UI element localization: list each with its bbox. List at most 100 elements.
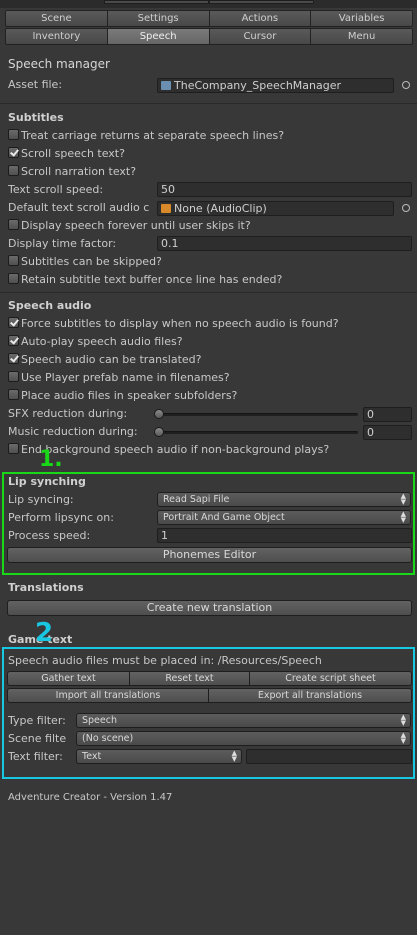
tab-inventory[interactable]: Inventory bbox=[5, 28, 108, 45]
asset-icon bbox=[161, 81, 171, 90]
option-label: Use Player prefab name in filenames? bbox=[21, 371, 230, 384]
subtitles-skippable-option[interactable]: Subtitles can be skipped? bbox=[8, 254, 162, 270]
checkbox-checked[interactable] bbox=[8, 317, 19, 328]
text-filter-input[interactable] bbox=[246, 749, 412, 764]
dropdown-value: Text bbox=[82, 751, 102, 762]
display-time-input[interactable]: 0.1 bbox=[157, 236, 412, 251]
tab-scene[interactable]: Scene bbox=[5, 10, 108, 27]
checkbox[interactable] bbox=[8, 389, 19, 400]
checkbox[interactable] bbox=[8, 255, 19, 266]
tab-cursor[interactable]: Cursor bbox=[209, 28, 312, 45]
tab-settings[interactable]: Settings bbox=[107, 10, 210, 27]
music-slider-track[interactable] bbox=[157, 431, 358, 434]
sfx-reduction-input[interactable]: 0 bbox=[363, 407, 412, 422]
display-forever-option[interactable]: Display speech forever until user skips … bbox=[8, 218, 251, 234]
tab-menu[interactable]: Menu bbox=[311, 28, 413, 45]
text-scroll-speed-input[interactable]: 50 bbox=[157, 182, 412, 197]
dropdown-value: Read Sapi File bbox=[163, 494, 230, 505]
create-translation-button[interactable]: Create new translation bbox=[7, 600, 412, 616]
top-strip-segment bbox=[104, 0, 209, 4]
option-label: Subtitles can be skipped? bbox=[21, 255, 162, 268]
checkbox[interactable] bbox=[8, 443, 19, 454]
checkbox[interactable] bbox=[8, 371, 19, 382]
translate-audio-option[interactable]: Speech audio can be translated? bbox=[8, 352, 201, 368]
asset-file-value: TheCompany_SpeechManager bbox=[174, 79, 342, 92]
display-time-label: Display time factor: bbox=[8, 237, 117, 250]
create-script-sheet-button[interactable]: Create script sheet bbox=[250, 671, 412, 686]
music-reduction-input[interactable]: 0 bbox=[363, 425, 412, 440]
dropdown-arrows-icon: ▲ ▼ bbox=[231, 749, 237, 763]
import-translations-button[interactable]: Import all translations bbox=[7, 688, 209, 703]
reset-text-button[interactable]: Reset text bbox=[130, 671, 250, 686]
dropdown-arrows-icon: ▲ ▼ bbox=[400, 510, 406, 524]
window-top-strip bbox=[0, 0, 417, 8]
lip-syncing-dropdown[interactable]: Read Sapi File ▲ ▼ bbox=[157, 492, 411, 507]
dropdown-arrows-icon: ▲ ▼ bbox=[400, 731, 406, 745]
asset-picker-icon[interactable] bbox=[402, 81, 410, 89]
top-strip-segment bbox=[209, 0, 314, 4]
divider bbox=[0, 292, 417, 293]
music-reduction-label: Music reduction during: bbox=[8, 425, 138, 438]
auto-play-option[interactable]: Auto-play speech audio files? bbox=[8, 334, 183, 350]
annotation-number-2: 2 bbox=[35, 618, 54, 648]
checkbox[interactable] bbox=[8, 219, 19, 230]
divider bbox=[0, 103, 417, 104]
default-audio-field[interactable]: None (AudioClip) bbox=[157, 201, 394, 216]
sfx-slider-track[interactable] bbox=[157, 413, 358, 416]
lip-syncing-label: Lip syncing: bbox=[8, 493, 74, 506]
tab-row-2: Inventory Speech Cursor Menu bbox=[5, 28, 413, 45]
dropdown-arrows-icon: ▲ ▼ bbox=[400, 713, 406, 727]
checkbox[interactable] bbox=[8, 165, 19, 176]
audio-picker-icon[interactable] bbox=[402, 204, 410, 212]
asset-file-field[interactable]: TheCompany_SpeechManager bbox=[157, 78, 394, 93]
option-label: Scroll speech text? bbox=[21, 147, 125, 160]
music-slider-handle[interactable] bbox=[154, 427, 164, 437]
page-title: Speech manager bbox=[8, 57, 110, 71]
phonemes-editor-button[interactable]: Phonemes Editor bbox=[7, 547, 412, 563]
scroll-narration-option[interactable]: Scroll narration text? bbox=[8, 164, 136, 180]
type-filter-label: Type filter: bbox=[8, 714, 66, 727]
dropdown-value: (No scene) bbox=[82, 733, 134, 744]
tab-speech[interactable]: Speech bbox=[107, 28, 210, 45]
dropdown-value: Speech bbox=[82, 715, 117, 726]
option-label: Scroll narration text? bbox=[21, 165, 137, 178]
speech-audio-heading: Speech audio bbox=[8, 299, 92, 312]
text-filter-dropdown[interactable]: Text ▲ ▼ bbox=[76, 749, 242, 764]
translations-heading: Translations bbox=[8, 581, 84, 594]
perform-lipsync-dropdown[interactable]: Portrait And Game Object ▲ ▼ bbox=[157, 510, 411, 525]
dropdown-value: Portrait And Game Object bbox=[163, 512, 285, 523]
annotation-number-1: 1. bbox=[39, 447, 63, 472]
version-text: Adventure Creator - Version 1.47 bbox=[8, 792, 173, 803]
dropdown-arrows-icon: ▲ ▼ bbox=[400, 492, 406, 506]
scene-filter-dropdown[interactable]: (No scene) ▲ ▼ bbox=[76, 731, 411, 746]
checkbox-checked[interactable] bbox=[8, 147, 19, 158]
checkbox[interactable] bbox=[8, 129, 19, 140]
lip-synching-heading: Lip synching bbox=[8, 475, 86, 488]
gather-text-button[interactable]: Gather text bbox=[7, 671, 130, 686]
use-prefab-name-option[interactable]: Use Player prefab name in filenames? bbox=[8, 370, 230, 386]
manager-tabs: Scene Settings Actions Variables Invento… bbox=[5, 10, 413, 46]
option-label: Speech audio can be translated? bbox=[21, 353, 202, 366]
scroll-speech-option[interactable]: Scroll speech text? bbox=[8, 146, 125, 162]
type-filter-dropdown[interactable]: Speech ▲ ▼ bbox=[76, 713, 411, 728]
speaker-subfolders-option[interactable]: Place audio files in speaker subfolders? bbox=[8, 388, 237, 404]
option-label: Display speech forever until user skips … bbox=[21, 219, 251, 232]
checkbox[interactable] bbox=[8, 273, 19, 284]
audio-clip-icon bbox=[161, 204, 171, 213]
option-label: Force subtitles to display when no speec… bbox=[21, 317, 339, 330]
checkbox-checked[interactable] bbox=[8, 335, 19, 346]
tab-variables[interactable]: Variables bbox=[311, 10, 413, 27]
speech-path-text: Speech audio files must be placed in: /R… bbox=[8, 654, 322, 667]
process-speed-input[interactable]: 1 bbox=[157, 528, 412, 543]
subtitles-heading: Subtitles bbox=[8, 111, 64, 124]
checkbox-checked[interactable] bbox=[8, 353, 19, 364]
tab-row-1: Scene Settings Actions Variables bbox=[5, 10, 413, 27]
carriage-returns-option[interactable]: Treat carriage returns at separate speec… bbox=[8, 128, 284, 144]
default-audio-label: Default text scroll audio c bbox=[8, 201, 150, 214]
retain-buffer-option[interactable]: Retain subtitle text buffer once line ha… bbox=[8, 272, 282, 288]
sfx-slider-handle[interactable] bbox=[154, 409, 164, 419]
tab-actions[interactable]: Actions bbox=[209, 10, 312, 27]
scene-filter-label: Scene filte bbox=[8, 732, 67, 745]
force-subtitles-option[interactable]: Force subtitles to display when no speec… bbox=[8, 316, 339, 332]
export-translations-button[interactable]: Export all translations bbox=[209, 688, 412, 703]
